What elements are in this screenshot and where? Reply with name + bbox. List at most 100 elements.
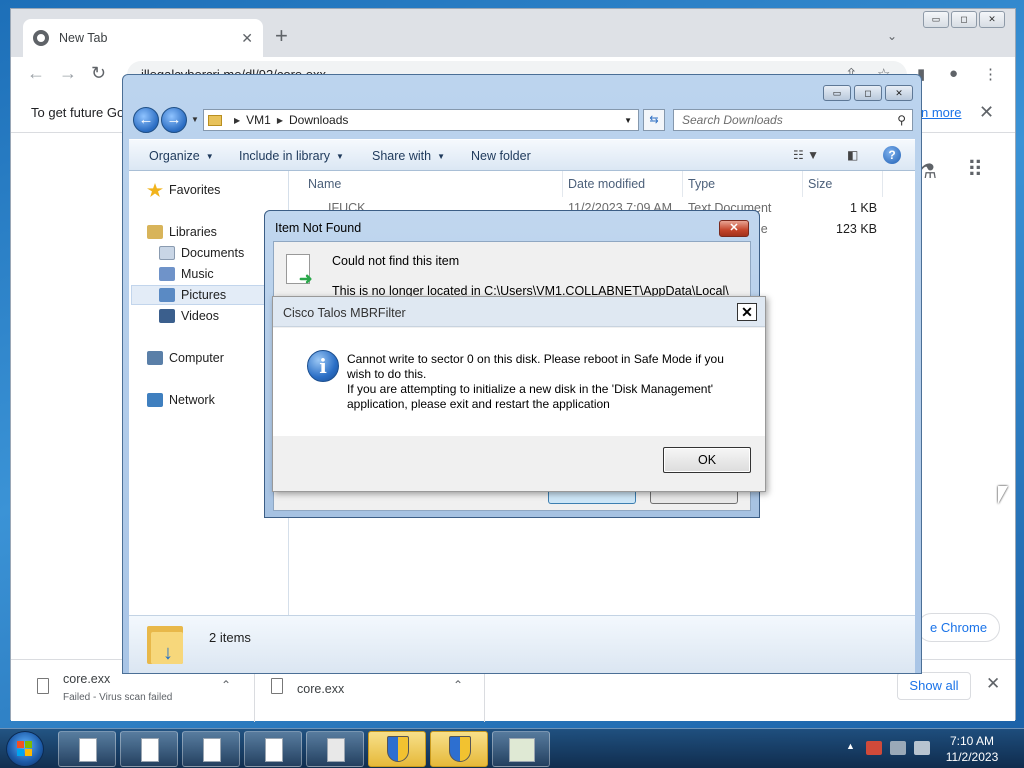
chrome-favicon-icon [33,30,49,46]
back-arrow-icon[interactable]: ← [133,107,159,133]
sidebar-item-favorites[interactable]: Favorites [147,183,220,197]
sidebar-item-computer[interactable]: Computer [147,351,224,365]
document-icon [141,738,159,762]
forward-arrow-icon[interactable]: → [161,107,187,133]
maximize-button[interactable]: ◻ [854,85,882,101]
tray-expand-icon[interactable]: ▲ [846,741,855,751]
maximize-button[interactable]: ◻ [951,11,977,28]
view-options-icon[interactable]: ☷ ▼ [793,148,819,162]
search-icon[interactable]: ⚲ [897,110,906,130]
new-folder-button[interactable]: New folder [471,149,531,163]
sidebar-item-libraries[interactable]: Libraries [147,225,217,239]
dialog-heading: Could not find this item [332,254,460,268]
close-button[interactable]: ✕ [885,85,913,101]
tab-new-tab[interactable]: New Tab ✕ [23,19,263,57]
folder-icon [208,114,222,126]
details-pane: ↓ 2 items [129,615,915,673]
computer-icon [147,351,163,365]
include-in-library-button[interactable]: Include in library ▼ [239,149,344,163]
download-filename: core.exx [63,672,111,686]
recent-pages-dropdown[interactable]: ▼ [191,115,199,124]
taskbar-app[interactable] [306,731,364,767]
reload-icon[interactable]: ↻ [91,63,106,84]
chevron-down-icon[interactable]: ▼ [624,116,632,125]
chevron-up-icon[interactable]: ⌃ [453,678,463,692]
music-icon [159,267,175,281]
taskbar-app[interactable] [430,731,488,767]
search-input[interactable]: Search Downloads ⚲ [673,109,913,131]
taskbar-app[interactable] [492,731,550,767]
dialog-button[interactable] [548,492,636,504]
organize-button[interactable]: Organize ▼ [149,149,214,163]
breadcrumb[interactable]: ▶ VM1 ▶ Downloads ▼ [203,109,639,131]
shield-icon [449,736,471,762]
taskbar-app[interactable] [244,731,302,767]
documents-icon [159,246,175,260]
taskbar: ▲ 7:10 AM 11/2/2023 [0,728,1024,768]
breadcrumb-item[interactable]: VM1 [246,113,271,127]
profile-icon[interactable]: ● [949,65,958,82]
refresh-icon[interactable]: ⇆ [643,109,665,131]
explorer-window-controls: ▭ ◻ ✕ [823,85,913,101]
new-tab-button[interactable]: + [275,25,288,47]
help-icon[interactable]: ? [883,146,901,164]
column-header-name[interactable]: Name [308,177,341,191]
downloads-close-icon[interactable]: ✕ [986,674,1000,694]
sidebar-item-network[interactable]: Network [147,393,215,407]
column-header-type[interactable]: Type [688,177,715,191]
sidebar-item-documents[interactable]: Documents [159,246,244,260]
chevron-up-icon[interactable]: ⌃ [221,678,231,692]
preview-pane-icon[interactable]: ◧ [847,148,858,162]
back-arrow-icon[interactable]: ← [27,63,45,84]
close-button[interactable]: ✕ [979,11,1005,28]
customize-chrome-button[interactable]: e Chrome [917,613,1001,642]
dialog-title: Cisco Talos MBRFilter [283,306,406,320]
ok-button[interactable]: OK [663,447,751,473]
sidebar-item-videos[interactable]: Videos [159,309,219,323]
videos-icon [159,309,175,323]
close-button[interactable]: ✕ [737,303,757,321]
taskbar-app[interactable] [182,731,240,767]
file-icon [271,678,283,694]
shield-icon [387,736,409,762]
column-header-date-modified[interactable]: Date modified [568,177,645,191]
tab-close-icon[interactable]: ✕ [241,30,253,47]
info-bar-close-icon[interactable]: ✕ [979,102,994,123]
document-icon [203,738,221,762]
network-icon[interactable] [890,741,906,755]
pictures-icon [159,288,175,302]
forward-arrow-icon[interactable]: → [59,63,77,84]
chrome-menu-icon[interactable]: ⋮ [983,65,998,83]
share-with-button[interactable]: Share with ▼ [372,149,445,163]
show-all-button[interactable]: Show all [897,672,971,700]
mbrfilter-dialog: Cisco Talos MBRFilter ✕ i Cannot write t… [272,296,766,492]
taskbar-app[interactable] [368,731,426,767]
network-icon [147,393,163,407]
tab-search-icon[interactable]: ⌄ [887,29,897,43]
taskbar-app[interactable] [120,731,178,767]
file-row-size: 1 KB [850,201,878,215]
document-icon [79,738,97,762]
sidebar-item-music[interactable]: Music [159,267,214,281]
breadcrumb-item[interactable]: Downloads [289,113,348,127]
action-center-icon[interactable] [866,741,882,755]
dialog-button[interactable] [650,492,738,504]
clock-time: 7:10 AM [949,734,995,748]
chrome-tab-strip: New Tab ✕ + ⌄ ▭ ◻ ✕ [11,9,1015,57]
notepad-icon [327,738,345,762]
close-button[interactable]: ✕ [719,220,749,237]
downloads-folder-icon: ↓ [147,622,185,664]
column-header-size[interactable]: Size [808,177,832,191]
volume-icon[interactable] [914,741,930,755]
system-clock[interactable]: 7:10 AM 11/2/2023 [930,733,1014,765]
item-count: 2 items [209,630,251,645]
info-bar-learn-more-link[interactable]: n more [921,105,961,120]
start-button[interactable] [6,731,44,767]
sidebar-item-pictures[interactable]: Pictures [159,288,226,302]
minimize-button[interactable]: ▭ [923,11,949,28]
taskbar-app[interactable] [58,731,116,767]
dialog-message-area: i Cannot write to sector 0 on this disk.… [273,328,765,436]
download-status: Failed - Virus scan failed [63,692,173,703]
google-apps-icon[interactable]: ⠿ [967,157,983,183]
minimize-button[interactable]: ▭ [823,85,851,101]
